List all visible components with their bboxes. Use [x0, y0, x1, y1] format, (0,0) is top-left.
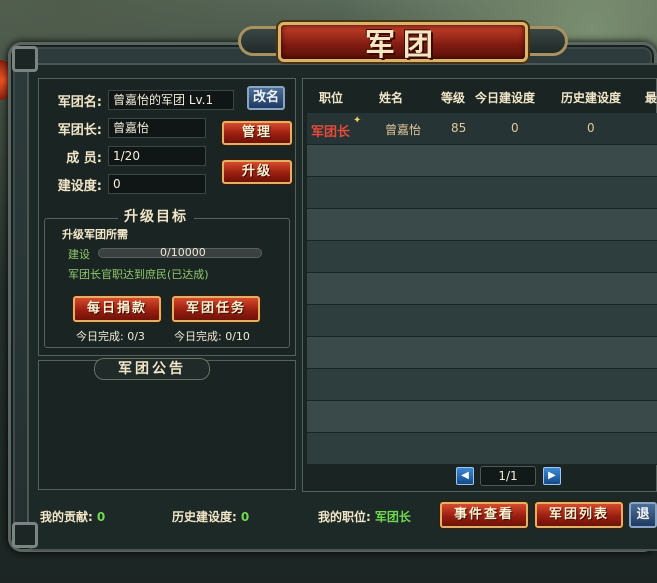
history-construction-label: 历史建设度: [172, 510, 237, 524]
header-truncated: 最 [645, 91, 657, 105]
member-position: 军团长 [311, 125, 351, 140]
legion-leader-value: 曾嘉怡 [108, 118, 206, 138]
table-row-empty [307, 273, 657, 305]
table-row-empty [307, 209, 657, 241]
legion-members-label: 成 员: [66, 150, 102, 166]
legion-leader-row: 军团长: 曾嘉怡 [42, 118, 206, 138]
legion-name-row: 军团名: 曾嘉怡的军团 Lv.1 [42, 90, 234, 110]
sparkle-icon: ✦ [353, 115, 362, 126]
leader-rank-condition: 军团长官职达到庶民(已达成) [68, 268, 209, 281]
legion-members-row: 成 员: 1/20 [42, 146, 206, 166]
upgrade-goal-title: 升级目标 [118, 206, 194, 226]
daily-donate-button[interactable]: 每日捐款 [73, 296, 161, 322]
donate-daily-progress: 今日完成: 0/3 [76, 330, 145, 343]
my-position-value: 军团长 [374, 510, 411, 524]
legion-task-button[interactable]: 军团任务 [172, 296, 260, 322]
legion-list-button[interactable]: 军团列表 [535, 502, 623, 528]
member-name: 曾嘉怡 [385, 123, 422, 137]
header-name: 姓名 [379, 91, 404, 105]
my-position: 我的职位: 军团长 [318, 508, 411, 525]
construction-requirement-label: 建设 [68, 248, 90, 261]
page-indicator: 1/1 [480, 466, 536, 486]
table-row-empty [307, 401, 657, 433]
header-today-construction: 今日建设度 [475, 91, 536, 105]
window-title: 军团 [365, 28, 441, 63]
header-level: 等级 [441, 91, 466, 105]
my-contribution-label: 我的贡献: [40, 510, 93, 524]
history-construction: 历史建设度: 0 [172, 508, 249, 525]
my-contribution-value: 0 [96, 510, 106, 524]
legion-construction-label: 建设度: [57, 178, 102, 194]
table-row-empty [307, 433, 657, 465]
member-history-construction: 0 [587, 121, 595, 135]
legion-construction-row: 建设度: 0 [42, 174, 206, 194]
my-position-label: 我的职位: [318, 510, 371, 524]
table-row-empty [307, 305, 657, 337]
frame-corner-top-left [12, 46, 38, 72]
table-row[interactable]: 军团长 ✦ 曾嘉怡 85 0 0 [307, 113, 657, 145]
table-row-empty [307, 177, 657, 209]
prev-page-button[interactable]: ◀ [456, 467, 474, 485]
view-events-button[interactable]: 事件查看 [440, 502, 528, 528]
task-daily-progress: 今日完成: 0/10 [174, 330, 250, 343]
manage-button[interactable]: 管理 [222, 121, 292, 145]
legion-construction-value: 0 [108, 174, 206, 194]
triangle-right-icon: ▶ [548, 470, 556, 481]
my-contribution: 我的贡献: 0 [40, 508, 105, 525]
legion-leader-label: 军团长: [57, 122, 102, 138]
upgrade-button[interactable]: 升级 [222, 160, 292, 184]
quit-legion-button[interactable]: 退 [629, 502, 657, 528]
title-plate: 军团 [238, 18, 568, 66]
table-row-empty [307, 241, 657, 273]
table-row-empty [307, 337, 657, 369]
members-table-header: 职位 姓名 等级 今日建设度 历史建设度 最 [303, 79, 657, 111]
upgrade-requirement-heading: 升级军团所需 [62, 228, 128, 241]
rename-button[interactable]: 改名 [247, 86, 285, 110]
title-box: 军团 [278, 22, 528, 63]
legion-notice-title: 军团公告 [94, 358, 210, 380]
member-level: 85 [451, 121, 467, 135]
next-page-button[interactable]: ▶ [543, 467, 561, 485]
members-table-rows: 军团长 ✦ 曾嘉怡 85 0 0 [307, 113, 657, 465]
table-row-empty [307, 145, 657, 177]
member-today-construction: 0 [511, 121, 519, 135]
header-position: 职位 [319, 91, 344, 105]
legion-name-value: 曾嘉怡的军团 Lv.1 [108, 90, 234, 110]
frame-corner-bottom-left [12, 522, 38, 548]
legion-members-value: 1/20 [108, 146, 206, 166]
legion-name-label: 军团名: [57, 94, 102, 110]
header-history-construction: 历史建设度 [561, 91, 622, 105]
members-table-panel: 职位 姓名 等级 今日建设度 历史建设度 最 军团长 ✦ 曾嘉怡 85 0 0 [302, 78, 657, 492]
history-construction-value: 0 [240, 510, 250, 524]
triangle-left-icon: ◀ [461, 470, 469, 481]
table-row-empty [307, 369, 657, 401]
construction-progress-text: 0/10000 [160, 246, 206, 259]
